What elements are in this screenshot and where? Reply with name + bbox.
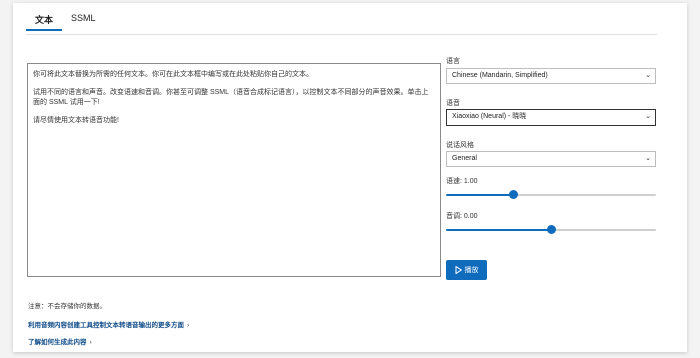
pitch-slider[interactable] xyxy=(446,225,656,235)
rate-label: 语速: 1.00 xyxy=(446,178,478,185)
style-value: General xyxy=(452,155,477,162)
chevron-right-icon: › xyxy=(89,339,92,346)
rate-slider[interactable] xyxy=(446,190,656,200)
language-select[interactable]: Chinese (Mandarin, Simplified) ⌄ xyxy=(446,68,656,84)
style-select[interactable]: General ⌄ xyxy=(446,151,656,167)
learn-more-link[interactable]: 了解如何生成此内容 › xyxy=(28,336,92,346)
voice-label: 语音 xyxy=(446,100,460,107)
chevron-right-icon: › xyxy=(187,322,190,329)
chevron-down-icon: ⌄ xyxy=(645,72,651,79)
pitch-label: 音调: 0.00 xyxy=(446,213,478,220)
audio-content-link-label: 利用音频内容创建工具控制文本转语音输出的更多方面 xyxy=(28,322,184,329)
editor-paragraph-2: 试用不同的语言和声音。改变语速和音调。你甚至可调整 SSML（语音合成标记语言）… xyxy=(33,89,429,106)
play-icon xyxy=(455,266,462,274)
pitch-slider-fill xyxy=(446,229,551,231)
language-label: 语言 xyxy=(446,58,460,65)
voice-value: Xiaoxiao (Neural) - 晓晓 xyxy=(452,113,527,120)
tab-ssml[interactable]: SSML xyxy=(62,9,105,31)
rate-slider-fill xyxy=(446,194,514,196)
language-value: Chinese (Mandarin, Simplified) xyxy=(452,72,548,79)
chevron-down-icon: ⌄ xyxy=(645,113,651,120)
audio-content-link[interactable]: 利用音频内容创建工具控制文本转语音输出的更多方面 › xyxy=(28,319,189,329)
tab-divider xyxy=(26,34,657,35)
style-label: 说话风格 xyxy=(446,142,474,149)
text-input-area[interactable]: 你可将此文本替换为所需的任何文本。你可在此文本框中编写或在此处粘贴你自己的文本。… xyxy=(27,63,441,277)
chevron-down-icon: ⌄ xyxy=(645,155,651,162)
play-button[interactable]: 播放 xyxy=(446,260,487,280)
tab-bar: 文本 SSML xyxy=(26,9,105,34)
learn-more-link-label: 了解如何生成此内容 xyxy=(28,339,87,346)
play-button-label: 播放 xyxy=(464,267,479,274)
editor-paragraph-3: 请尽情使用文本转语音功能! xyxy=(33,117,119,124)
privacy-note: 注意：不会存储你的数据。 xyxy=(28,303,106,310)
pitch-slider-thumb[interactable] xyxy=(546,225,556,234)
rate-slider-thumb[interactable] xyxy=(508,190,518,199)
tts-demo-panel: 文本 SSML 你可将此文本替换为所需的任何文本。你可在此文本框中编写或在此处粘… xyxy=(13,3,687,352)
tab-text[interactable]: 文本 xyxy=(26,9,63,31)
voice-select[interactable]: Xiaoxiao (Neural) - 晓晓 ⌄ xyxy=(446,109,656,126)
editor-paragraph-1: 你可将此文本替换为所需的任何文本。你可在此文本框中编写或在此处粘贴你自己的文本。 xyxy=(33,71,313,78)
